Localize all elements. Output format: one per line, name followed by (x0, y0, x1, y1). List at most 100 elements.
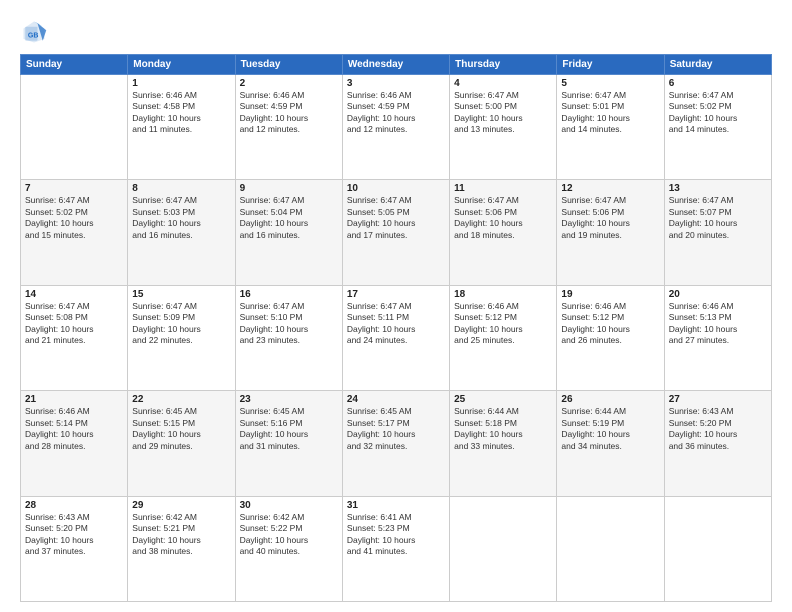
day-number: 2 (240, 78, 338, 89)
day-number: 21 (25, 394, 123, 405)
day-number: 9 (240, 183, 338, 194)
day-info: Sunrise: 6:46 AMSunset: 4:59 PMDaylight:… (240, 90, 338, 136)
day-info: Sunrise: 6:46 AMSunset: 5:12 PMDaylight:… (561, 301, 659, 347)
day-info: Sunrise: 6:47 AMSunset: 5:02 PMDaylight:… (25, 195, 123, 241)
day-number: 5 (561, 78, 659, 89)
calendar-cell: 6Sunrise: 6:47 AMSunset: 5:02 PMDaylight… (664, 75, 771, 180)
day-info: Sunrise: 6:44 AMSunset: 5:18 PMDaylight:… (454, 406, 552, 452)
calendar-cell: 22Sunrise: 6:45 AMSunset: 5:15 PMDayligh… (128, 391, 235, 496)
day-info: Sunrise: 6:45 AMSunset: 5:16 PMDaylight:… (240, 406, 338, 452)
calendar-cell: 12Sunrise: 6:47 AMSunset: 5:06 PMDayligh… (557, 180, 664, 285)
day-info: Sunrise: 6:43 AMSunset: 5:20 PMDaylight:… (25, 512, 123, 558)
day-info: Sunrise: 6:47 AMSunset: 5:07 PMDaylight:… (669, 195, 767, 241)
calendar-week-row: 28Sunrise: 6:43 AMSunset: 5:20 PMDayligh… (21, 496, 772, 601)
day-info: Sunrise: 6:46 AMSunset: 5:14 PMDaylight:… (25, 406, 123, 452)
calendar-cell: 29Sunrise: 6:42 AMSunset: 5:21 PMDayligh… (128, 496, 235, 601)
calendar-cell: 8Sunrise: 6:47 AMSunset: 5:03 PMDaylight… (128, 180, 235, 285)
day-info: Sunrise: 6:47 AMSunset: 5:01 PMDaylight:… (561, 90, 659, 136)
calendar-cell: 23Sunrise: 6:45 AMSunset: 5:16 PMDayligh… (235, 391, 342, 496)
calendar-header-row: SundayMondayTuesdayWednesdayThursdayFrid… (21, 55, 772, 75)
day-info: Sunrise: 6:46 AMSunset: 5:12 PMDaylight:… (454, 301, 552, 347)
calendar-cell: 13Sunrise: 6:47 AMSunset: 5:07 PMDayligh… (664, 180, 771, 285)
header: GB (20, 18, 772, 46)
calendar-cell: 2Sunrise: 6:46 AMSunset: 4:59 PMDaylight… (235, 75, 342, 180)
calendar-cell (557, 496, 664, 601)
calendar-cell: 17Sunrise: 6:47 AMSunset: 5:11 PMDayligh… (342, 285, 449, 390)
calendar-cell: 24Sunrise: 6:45 AMSunset: 5:17 PMDayligh… (342, 391, 449, 496)
day-number: 15 (132, 289, 230, 300)
day-number: 17 (347, 289, 445, 300)
day-number: 4 (454, 78, 552, 89)
day-info: Sunrise: 6:47 AMSunset: 5:02 PMDaylight:… (669, 90, 767, 136)
calendar-cell: 30Sunrise: 6:42 AMSunset: 5:22 PMDayligh… (235, 496, 342, 601)
day-info: Sunrise: 6:47 AMSunset: 5:06 PMDaylight:… (454, 195, 552, 241)
logo-icon: GB (20, 18, 48, 46)
day-info: Sunrise: 6:47 AMSunset: 5:09 PMDaylight:… (132, 301, 230, 347)
calendar-header-wednesday: Wednesday (342, 55, 449, 75)
day-info: Sunrise: 6:41 AMSunset: 5:23 PMDaylight:… (347, 512, 445, 558)
day-number: 10 (347, 183, 445, 194)
logo: GB (20, 18, 52, 46)
day-info: Sunrise: 6:46 AMSunset: 4:58 PMDaylight:… (132, 90, 230, 136)
calendar-cell: 9Sunrise: 6:47 AMSunset: 5:04 PMDaylight… (235, 180, 342, 285)
calendar-cell: 31Sunrise: 6:41 AMSunset: 5:23 PMDayligh… (342, 496, 449, 601)
day-number: 25 (454, 394, 552, 405)
calendar-cell: 3Sunrise: 6:46 AMSunset: 4:59 PMDaylight… (342, 75, 449, 180)
day-info: Sunrise: 6:43 AMSunset: 5:20 PMDaylight:… (669, 406, 767, 452)
calendar-cell: 18Sunrise: 6:46 AMSunset: 5:12 PMDayligh… (450, 285, 557, 390)
calendar-cell: 19Sunrise: 6:46 AMSunset: 5:12 PMDayligh… (557, 285, 664, 390)
day-number: 12 (561, 183, 659, 194)
day-number: 14 (25, 289, 123, 300)
day-number: 29 (132, 500, 230, 511)
day-info: Sunrise: 6:42 AMSunset: 5:21 PMDaylight:… (132, 512, 230, 558)
day-info: Sunrise: 6:47 AMSunset: 5:06 PMDaylight:… (561, 195, 659, 241)
page: GB SundayMondayTuesdayWednesdayThursdayF… (0, 0, 792, 612)
calendar-cell: 26Sunrise: 6:44 AMSunset: 5:19 PMDayligh… (557, 391, 664, 496)
calendar-header-thursday: Thursday (450, 55, 557, 75)
day-info: Sunrise: 6:42 AMSunset: 5:22 PMDaylight:… (240, 512, 338, 558)
day-number: 1 (132, 78, 230, 89)
calendar-table: SundayMondayTuesdayWednesdayThursdayFrid… (20, 54, 772, 602)
day-info: Sunrise: 6:44 AMSunset: 5:19 PMDaylight:… (561, 406, 659, 452)
day-info: Sunrise: 6:47 AMSunset: 5:03 PMDaylight:… (132, 195, 230, 241)
calendar-cell: 25Sunrise: 6:44 AMSunset: 5:18 PMDayligh… (450, 391, 557, 496)
day-number: 3 (347, 78, 445, 89)
calendar-header-sunday: Sunday (21, 55, 128, 75)
calendar-cell: 4Sunrise: 6:47 AMSunset: 5:00 PMDaylight… (450, 75, 557, 180)
day-number: 16 (240, 289, 338, 300)
calendar-week-row: 1Sunrise: 6:46 AMSunset: 4:58 PMDaylight… (21, 75, 772, 180)
calendar-header-monday: Monday (128, 55, 235, 75)
calendar-cell (664, 496, 771, 601)
day-info: Sunrise: 6:46 AMSunset: 4:59 PMDaylight:… (347, 90, 445, 136)
calendar-cell: 15Sunrise: 6:47 AMSunset: 5:09 PMDayligh… (128, 285, 235, 390)
day-info: Sunrise: 6:46 AMSunset: 5:13 PMDaylight:… (669, 301, 767, 347)
calendar-header-tuesday: Tuesday (235, 55, 342, 75)
day-number: 7 (25, 183, 123, 194)
day-number: 28 (25, 500, 123, 511)
calendar-cell: 11Sunrise: 6:47 AMSunset: 5:06 PMDayligh… (450, 180, 557, 285)
calendar-cell: 21Sunrise: 6:46 AMSunset: 5:14 PMDayligh… (21, 391, 128, 496)
calendar-cell: 14Sunrise: 6:47 AMSunset: 5:08 PMDayligh… (21, 285, 128, 390)
calendar-header-saturday: Saturday (664, 55, 771, 75)
day-number: 22 (132, 394, 230, 405)
calendar-cell: 20Sunrise: 6:46 AMSunset: 5:13 PMDayligh… (664, 285, 771, 390)
day-number: 24 (347, 394, 445, 405)
day-number: 19 (561, 289, 659, 300)
calendar-week-row: 7Sunrise: 6:47 AMSunset: 5:02 PMDaylight… (21, 180, 772, 285)
day-info: Sunrise: 6:45 AMSunset: 5:17 PMDaylight:… (347, 406, 445, 452)
day-number: 8 (132, 183, 230, 194)
day-number: 23 (240, 394, 338, 405)
day-number: 30 (240, 500, 338, 511)
day-number: 20 (669, 289, 767, 300)
day-info: Sunrise: 6:47 AMSunset: 5:04 PMDaylight:… (240, 195, 338, 241)
calendar-week-row: 14Sunrise: 6:47 AMSunset: 5:08 PMDayligh… (21, 285, 772, 390)
calendar-week-row: 21Sunrise: 6:46 AMSunset: 5:14 PMDayligh… (21, 391, 772, 496)
calendar-cell: 7Sunrise: 6:47 AMSunset: 5:02 PMDaylight… (21, 180, 128, 285)
day-number: 6 (669, 78, 767, 89)
day-number: 18 (454, 289, 552, 300)
day-info: Sunrise: 6:47 AMSunset: 5:10 PMDaylight:… (240, 301, 338, 347)
day-info: Sunrise: 6:47 AMSunset: 5:11 PMDaylight:… (347, 301, 445, 347)
calendar-cell (21, 75, 128, 180)
day-number: 27 (669, 394, 767, 405)
calendar-header-friday: Friday (557, 55, 664, 75)
